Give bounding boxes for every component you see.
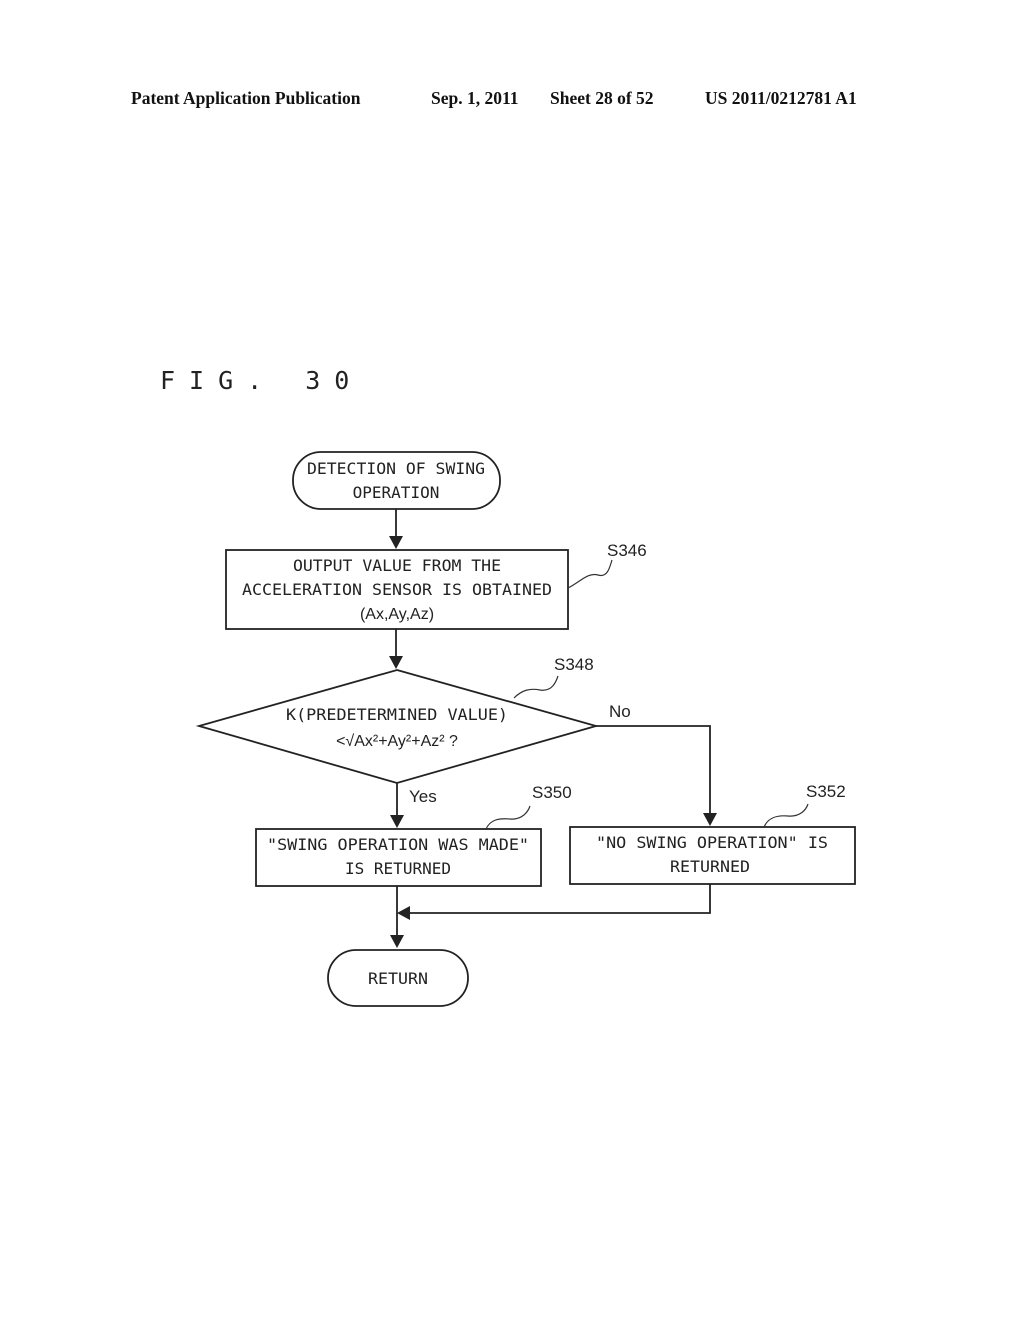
arrowhead-icon (389, 656, 403, 669)
process-s352: "NO SWING OPERATION" IS RETURNED (569, 826, 856, 885)
s350-line-2: IS RETURNED (345, 859, 451, 878)
yes-branch-label: Yes (409, 787, 437, 806)
flowchart: DETECTION OF SWING OPERATION OUTPUT VALU… (195, 451, 856, 1007)
decision-s348: K(PREDETERMINED VALUE) <√Ax²+Ay²+Az² ? (195, 669, 600, 784)
s346-line-3: (Ax,Ay,Az) (360, 606, 434, 623)
s346-line-1: OUTPUT VALUE FROM THE (293, 556, 501, 575)
arrowhead-icon (703, 813, 717, 826)
step-label-s350: S350 (532, 783, 572, 802)
step-label-s348: S348 (554, 655, 594, 674)
arrowhead-icon (390, 935, 404, 948)
step-label-s352: S352 (806, 782, 846, 801)
return-terminal: RETURN (327, 949, 469, 1007)
arrowhead-icon (390, 815, 404, 828)
no-branch-label: No (609, 702, 631, 721)
s348-leader-line (513, 675, 559, 699)
s352-line-2: RETURNED (670, 857, 750, 876)
s346-leader-line (567, 559, 613, 589)
return-label: RETURN (368, 969, 428, 988)
s348-line-1: K(PREDETERMINED VALUE) (286, 705, 508, 724)
process-s346: OUTPUT VALUE FROM THE ACCELERATION SENSO… (225, 549, 569, 630)
start-label-line-2: OPERATION (353, 483, 440, 502)
s346-line-2: ACCELERATION SENSOR IS OBTAINED (242, 580, 552, 599)
arrowhead-icon (389, 536, 403, 549)
step-label-s346: S346 (607, 541, 647, 560)
connector-s352-merge (410, 884, 711, 914)
s352-leader-line (763, 803, 809, 828)
decision-s348-diamond (195, 669, 600, 784)
process-s350: "SWING OPERATION WAS MADE" IS RETURNED (255, 828, 542, 887)
s352-line-1: "NO SWING OPERATION" IS (596, 833, 828, 852)
arrowhead-icon (397, 906, 410, 920)
start-label-line-1: DETECTION OF SWING (307, 459, 485, 478)
connector-no-branch (596, 725, 711, 813)
s350-line-1: "SWING OPERATION WAS MADE" (267, 835, 529, 854)
s348-line-2: <√Ax²+Ay²+Az² ? (336, 733, 458, 750)
s350-leader-line (485, 805, 531, 830)
start-terminal: DETECTION OF SWING OPERATION (292, 451, 501, 510)
